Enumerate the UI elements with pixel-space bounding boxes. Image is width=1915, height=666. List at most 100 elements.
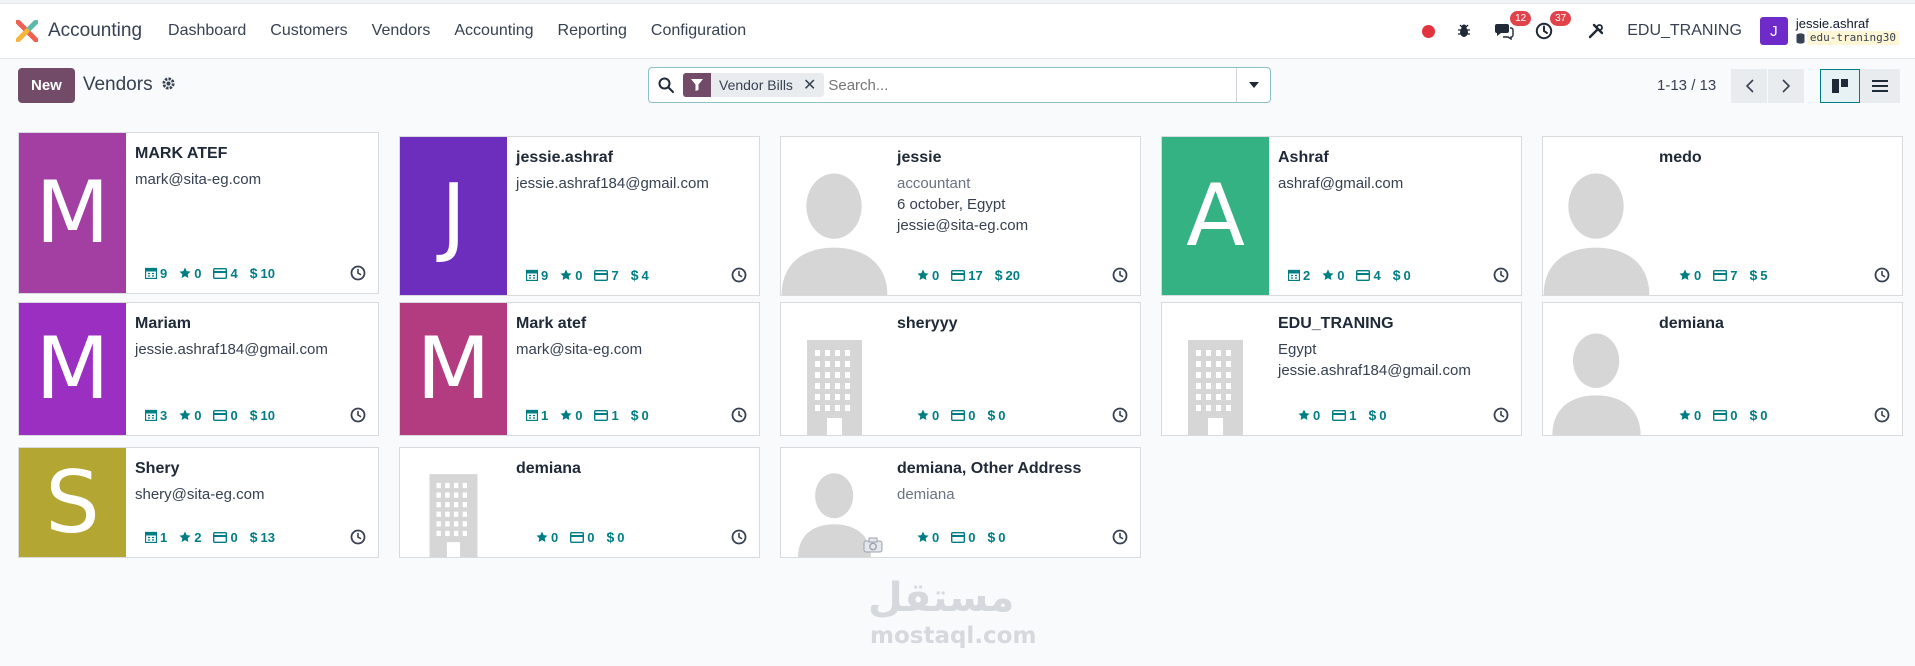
stat-button[interactable]: 0 <box>1322 267 1344 283</box>
menu-item-reporting[interactable]: Reporting <box>546 22 639 40</box>
stat-button[interactable]: 4 <box>1356 267 1381 283</box>
list-view-button[interactable] <box>1860 69 1900 103</box>
vendor-card[interactable]: sheryyy 0 0 $0 <box>780 302 1141 436</box>
activity-clock-icon[interactable] <box>1493 407 1509 423</box>
menu-item-vendors[interactable]: Vendors <box>360 22 443 40</box>
kanban-view-button[interactable] <box>1820 69 1860 103</box>
activity-clock-icon[interactable] <box>350 265 366 281</box>
pager-previous-button[interactable] <box>1731 69 1767 103</box>
search-options-toggle[interactable] <box>1236 68 1270 102</box>
stat-button[interactable]: $13 <box>250 529 275 545</box>
facet-remove-icon[interactable]: ✕ <box>801 73 824 97</box>
activities-clock-icon[interactable]: 37 <box>1533 11 1572 42</box>
activity-clock-icon[interactable] <box>1112 407 1128 423</box>
activity-clock-icon[interactable] <box>1112 267 1128 283</box>
user-menu[interactable]: J jessie.ashraf edu-traning30 <box>1759 17 1899 45</box>
activity-clock-icon[interactable] <box>1874 407 1890 423</box>
stat-button[interactable]: 1 <box>145 529 167 545</box>
stat-button[interactable]: 0 <box>1679 407 1701 423</box>
activity-clock-icon[interactable] <box>1874 267 1890 283</box>
activity-clock-icon[interactable] <box>731 529 747 545</box>
stat-button[interactable]: $0 <box>1393 267 1411 283</box>
stat-button[interactable]: 0 <box>536 529 558 545</box>
stat-button[interactable]: $0 <box>987 529 1005 545</box>
stat-button[interactable]: 0 <box>1298 407 1320 423</box>
menu-item-accounting[interactable]: Accounting <box>442 22 545 40</box>
stat-button[interactable]: 0 <box>179 265 201 281</box>
stat-button[interactable]: 4 <box>213 265 238 281</box>
stat-button[interactable]: 1 <box>526 407 548 423</box>
vendor-card[interactable]: M Mariam jessie.ashraf184@gmail.com 3 0 0 $10 <box>18 302 379 436</box>
vendor-detail-line: shery@sita-eg.com <box>135 486 265 503</box>
company-switcher[interactable]: EDU_TRANING <box>1627 22 1742 40</box>
stat-button[interactable]: 1 <box>594 407 619 423</box>
activity-clock-icon[interactable] <box>350 407 366 423</box>
tools-icon[interactable] <box>1585 20 1607 42</box>
stat-button[interactable]: $0 <box>1368 407 1386 423</box>
stat-button[interactable]: 0 <box>917 529 939 545</box>
vendor-card[interactable]: demiana, Other Address demiana 0 0 $0 <box>780 447 1141 558</box>
vendor-card[interactable]: Jjessie.ashraf jessie.ashraf184@gmail.com… <box>399 136 760 296</box>
activity-clock-icon[interactable] <box>1493 267 1509 283</box>
stat-button[interactable]: 2 <box>179 529 201 545</box>
vendor-card[interactable]: EDU_TRANING Egypt jessie.ashraf184@gmail.c… <box>1161 302 1522 436</box>
pager-value[interactable]: 1-13 / 13 <box>1657 77 1716 94</box>
stat-button[interactable]: 0 <box>917 407 939 423</box>
stat-button[interactable]: 0 <box>213 407 238 423</box>
stat-button[interactable]: $0 <box>987 407 1005 423</box>
camera-icon[interactable] <box>863 537 883 553</box>
vendor-card[interactable]: M MARK ATEF mark@sita-eg.com 9 0 4 $10 <box>18 132 379 294</box>
activity-clock-icon[interactable] <box>731 267 747 283</box>
vendor-card[interactable]: jessie accountant 6 october, Egypt jessie@s… <box>780 136 1141 296</box>
stat-button[interactable]: 9 <box>145 265 167 281</box>
stat-button[interactable]: 0 <box>917 267 939 283</box>
stat-button[interactable]: 0 <box>951 529 975 545</box>
stat-button[interactable]: 9 <box>526 267 548 283</box>
vendor-card[interactable]: demiana 0 0 $0 <box>1542 302 1903 436</box>
star-icon <box>1298 409 1310 421</box>
menu-item-customers[interactable]: Customers <box>258 22 359 40</box>
stat-button[interactable]: 1 <box>1332 407 1356 423</box>
messages-icon[interactable]: 12 <box>1493 11 1532 42</box>
stat-button[interactable]: 0 <box>1679 267 1701 283</box>
stat-button[interactable]: 0 <box>560 267 582 283</box>
stat-button[interactable]: $0 <box>631 407 649 423</box>
menu-item-configuration[interactable]: Configuration <box>639 22 758 40</box>
stat-button[interactable]: 0 <box>570 529 594 545</box>
stat-button[interactable]: 17 <box>951 267 983 283</box>
stat-button[interactable]: $5 <box>1749 267 1767 283</box>
stat-button[interactable]: $0 <box>606 529 624 545</box>
activity-clock-icon[interactable] <box>731 407 747 423</box>
stat-button[interactable]: $0 <box>1749 407 1767 423</box>
stat-button[interactable]: 7 <box>594 267 619 283</box>
record-dot-icon[interactable] <box>1422 24 1436 38</box>
activity-clock-icon[interactable] <box>350 529 366 545</box>
search-input[interactable] <box>828 76 1236 94</box>
menu-item-dashboard[interactable]: Dashboard <box>156 22 258 40</box>
stat-button[interactable]: 3 <box>145 407 167 423</box>
vendor-card[interactable]: M Mark atef mark@sita-eg.com 1 0 1 $0 <box>399 302 760 436</box>
messages-badge: 12 <box>1510 11 1532 26</box>
activity-clock-icon[interactable] <box>1112 529 1128 545</box>
vendor-card[interactable]: medo 0 7 $5 <box>1542 136 1903 296</box>
stat-button[interactable]: $10 <box>250 407 275 423</box>
gear-icon[interactable] <box>161 76 176 95</box>
vendor-card[interactable]: A Ashraf ashraf@gmail.com 2 0 4 $0 <box>1161 136 1522 296</box>
bug-icon[interactable] <box>1453 20 1475 42</box>
vendor-card[interactable]: demiana 0 0 $0 <box>399 447 760 558</box>
stat-button[interactable]: 0 <box>179 407 201 423</box>
stat-button[interactable]: $4 <box>631 267 649 283</box>
app-brand[interactable]: Accounting <box>16 20 142 42</box>
new-button[interactable]: New <box>18 67 75 103</box>
stat-button[interactable]: 0 <box>1713 407 1737 423</box>
stat-button[interactable]: 0 <box>213 529 238 545</box>
stat-button[interactable]: $20 <box>995 267 1020 283</box>
page-title: Vendors <box>82 74 153 95</box>
stat-button[interactable]: 7 <box>1713 267 1737 283</box>
vendor-card[interactable]: S Shery shery@sita-eg.com 1 2 0 $13 <box>18 447 379 558</box>
stat-button[interactable]: $10 <box>250 265 275 281</box>
stat-button[interactable]: 2 <box>1288 267 1310 283</box>
stat-button[interactable]: 0 <box>951 407 975 423</box>
pager-next-button[interactable] <box>1768 69 1804 103</box>
stat-button[interactable]: 0 <box>560 407 582 423</box>
